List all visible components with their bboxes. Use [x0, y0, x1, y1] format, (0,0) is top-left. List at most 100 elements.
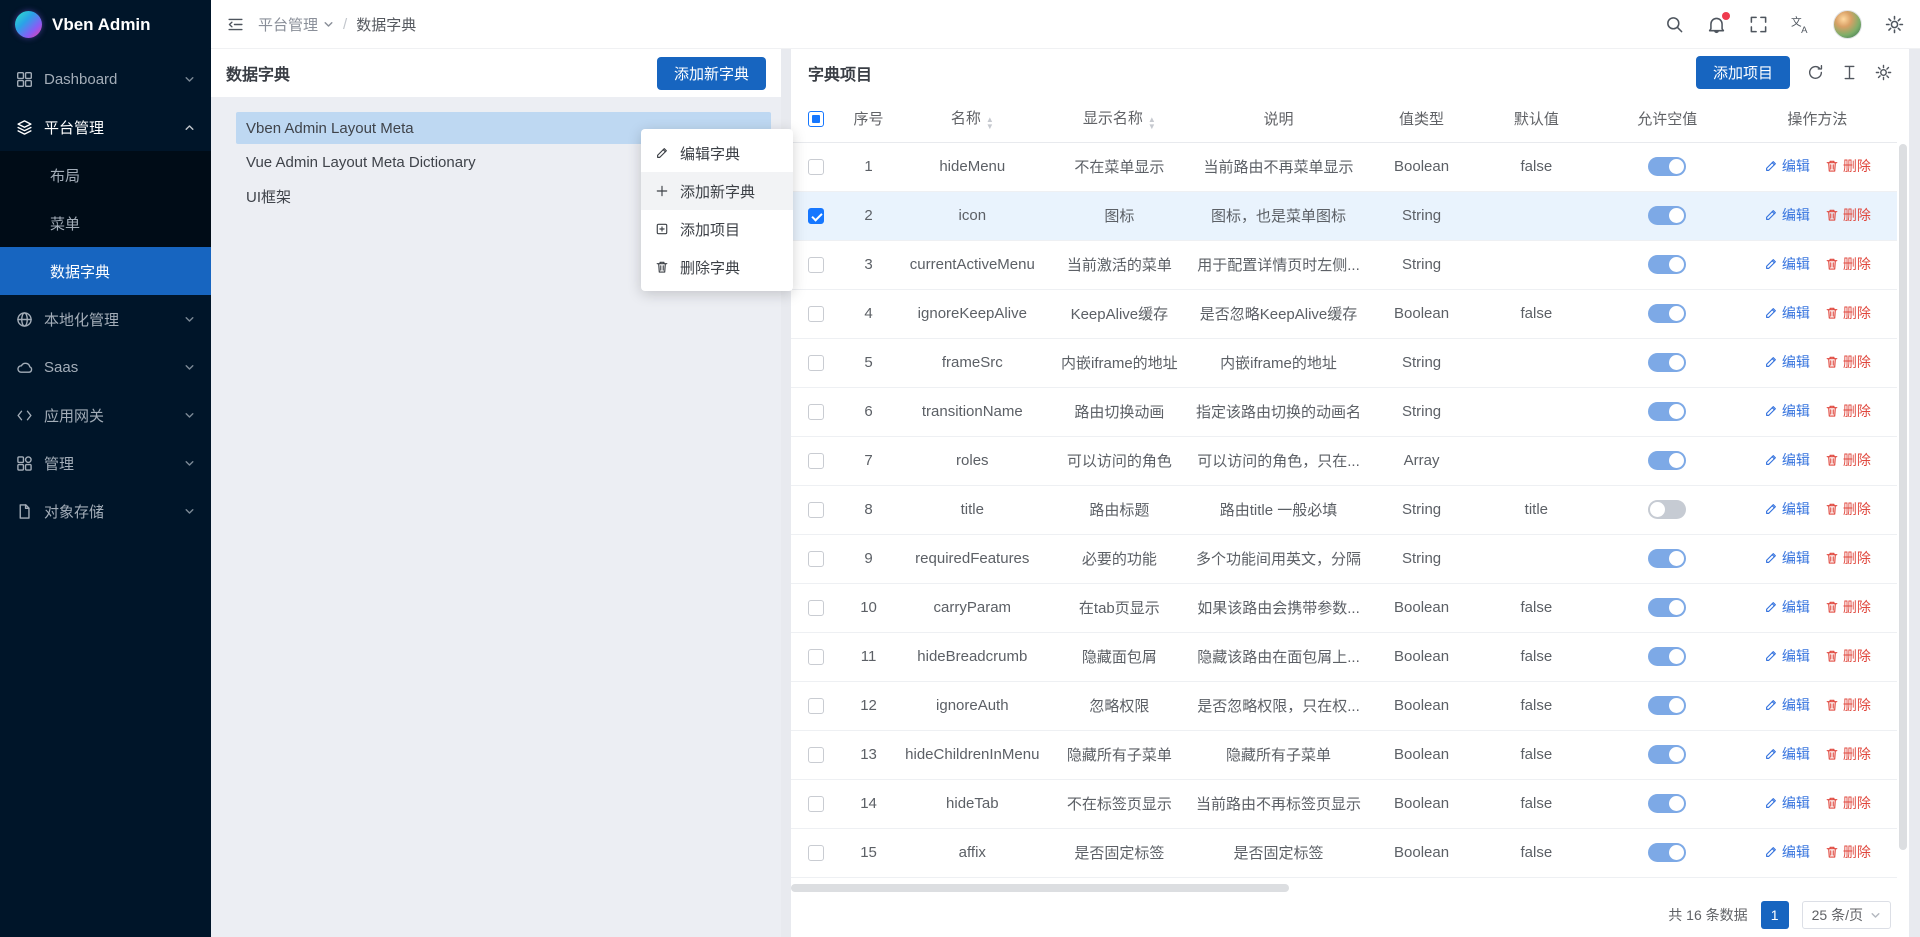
row-checkbox[interactable] — [808, 698, 824, 714]
settings-icon[interactable] — [1875, 64, 1892, 81]
horizontal-scrollbar[interactable] — [791, 883, 1897, 893]
edit-button[interactable]: 编辑 — [1764, 205, 1810, 225]
edit-button[interactable]: 编辑 — [1764, 793, 1810, 813]
vertical-scrollbar[interactable] — [1899, 144, 1907, 879]
refresh-icon[interactable] — [1807, 64, 1824, 81]
allow-null-toggle[interactable] — [1648, 500, 1686, 519]
delete-button[interactable]: 删除 — [1825, 352, 1871, 372]
sidebar-item-saas[interactable]: Saas — [0, 343, 211, 391]
sidebar-item-dashboard[interactable]: Dashboard — [0, 55, 211, 103]
avatar[interactable] — [1833, 10, 1862, 39]
row-checkbox[interactable] — [808, 159, 824, 175]
horizontal-scrollbar-thumb[interactable] — [791, 884, 1289, 892]
delete-button[interactable]: 删除 — [1825, 744, 1871, 764]
context-menu-item-edit-dictionary[interactable]: 编辑字典 — [641, 134, 793, 172]
sidebar-item-app-gateway[interactable]: 应用网关 — [0, 391, 211, 439]
allow-null-toggle[interactable] — [1648, 402, 1686, 421]
menu-fold-icon[interactable] — [227, 16, 244, 33]
delete-button[interactable]: 删除 — [1825, 499, 1871, 519]
allow-null-toggle[interactable] — [1648, 647, 1686, 666]
delete-button[interactable]: 删除 — [1825, 695, 1871, 715]
delete-button[interactable]: 删除 — [1825, 254, 1871, 274]
row-checkbox[interactable] — [808, 502, 824, 518]
row-checkbox[interactable] — [808, 747, 824, 763]
sort-icon[interactable]: ▲▼ — [1148, 116, 1156, 130]
edit-button[interactable]: 编辑 — [1764, 401, 1810, 421]
allow-null-toggle[interactable] — [1648, 304, 1686, 323]
edit-button[interactable]: 编辑 — [1764, 303, 1810, 323]
logo[interactable]: Vben Admin — [0, 0, 211, 49]
allow-null-toggle[interactable] — [1648, 794, 1686, 813]
edit-button[interactable]: 编辑 — [1764, 597, 1810, 617]
context-menu-item-add-item[interactable]: 添加项目 — [641, 210, 793, 248]
edit-button[interactable]: 编辑 — [1764, 842, 1810, 862]
row-height-icon[interactable] — [1841, 64, 1858, 81]
allow-null-toggle[interactable] — [1648, 353, 1686, 372]
row-checkbox[interactable] — [808, 208, 824, 224]
sidebar-subitem-layout[interactable]: 布局 — [0, 151, 211, 199]
delete-button[interactable]: 删除 — [1825, 646, 1871, 666]
row-checkbox[interactable] — [808, 257, 824, 273]
sort-icon[interactable]: ▲▼ — [986, 116, 994, 130]
column-header-name[interactable]: 名称▲▼ — [896, 96, 1049, 142]
delete-button[interactable]: 删除 — [1825, 597, 1871, 617]
row-checkbox[interactable] — [808, 306, 824, 322]
edit-button[interactable]: 编辑 — [1764, 744, 1810, 764]
allow-null-toggle[interactable] — [1648, 696, 1686, 715]
allow-null-toggle[interactable] — [1648, 255, 1686, 274]
sidebar-subitem-data-dictionary[interactable]: 数据字典 — [0, 247, 211, 295]
settings-icon[interactable] — [1885, 15, 1904, 34]
row-checkbox[interactable] — [808, 649, 824, 665]
edit-button[interactable]: 编辑 — [1764, 156, 1810, 176]
row-checkbox[interactable] — [808, 551, 824, 567]
allow-null-toggle[interactable] — [1648, 745, 1686, 764]
page-size-select[interactable]: 25 条/页 — [1802, 901, 1891, 929]
delete-button[interactable]: 删除 — [1825, 205, 1871, 225]
translate-icon[interactable]: 文A — [1791, 15, 1810, 34]
row-checkbox[interactable] — [808, 600, 824, 616]
context-menu-item-delete-dictionary[interactable]: 删除字典 — [641, 248, 793, 286]
allow-null-toggle[interactable] — [1648, 206, 1686, 225]
row-checkbox[interactable] — [808, 796, 824, 812]
sidebar-item-object-storage[interactable]: 对象存储 — [0, 487, 211, 535]
delete-button[interactable]: 删除 — [1825, 450, 1871, 470]
edit-button[interactable]: 编辑 — [1764, 450, 1810, 470]
allow-null-toggle[interactable] — [1648, 549, 1686, 568]
allow-null-toggle[interactable] — [1648, 451, 1686, 470]
delete-button[interactable]: 删除 — [1825, 401, 1871, 421]
select-all-checkbox[interactable] — [808, 111, 824, 127]
edit-button[interactable]: 编辑 — [1764, 254, 1810, 274]
edit-button[interactable]: 编辑 — [1764, 695, 1810, 715]
allow-null-toggle[interactable] — [1648, 843, 1686, 862]
search-icon[interactable] — [1665, 15, 1684, 34]
fullscreen-icon[interactable] — [1749, 15, 1768, 34]
sidebar-item-platform-management[interactable]: 平台管理 — [0, 103, 211, 151]
row-checkbox[interactable] — [808, 404, 824, 420]
edit-button[interactable]: 编辑 — [1764, 499, 1810, 519]
cell-default-value — [1476, 191, 1597, 240]
delete-button[interactable]: 删除 — [1825, 303, 1871, 323]
row-checkbox[interactable] — [808, 453, 824, 469]
page-number-button[interactable]: 1 — [1761, 901, 1789, 929]
vertical-scrollbar-thumb[interactable] — [1899, 144, 1907, 850]
row-checkbox[interactable] — [808, 845, 824, 861]
add-item-button[interactable]: 添加项目 — [1696, 56, 1790, 89]
sidebar-item-localization-management[interactable]: 本地化管理 — [0, 295, 211, 343]
sidebar-subitem-menu[interactable]: 菜单 — [0, 199, 211, 247]
edit-button[interactable]: 编辑 — [1764, 646, 1810, 666]
delete-button[interactable]: 删除 — [1825, 156, 1871, 176]
column-header-display-name[interactable]: 显示名称▲▼ — [1049, 96, 1190, 142]
row-checkbox[interactable] — [808, 355, 824, 371]
delete-button[interactable]: 删除 — [1825, 548, 1871, 568]
delete-button[interactable]: 删除 — [1825, 793, 1871, 813]
context-menu-item-add-new-dictionary[interactable]: 添加新字典 — [641, 172, 793, 210]
delete-button[interactable]: 删除 — [1825, 842, 1871, 862]
allow-null-toggle[interactable] — [1648, 598, 1686, 617]
add-dictionary-button[interactable]: 添加新字典 — [657, 57, 766, 90]
sidebar-item-management[interactable]: 管理 — [0, 439, 211, 487]
edit-button[interactable]: 编辑 — [1764, 548, 1810, 568]
edit-button[interactable]: 编辑 — [1764, 352, 1810, 372]
allow-null-toggle[interactable] — [1648, 157, 1686, 176]
bell-icon[interactable] — [1707, 15, 1726, 34]
breadcrumb-parent[interactable]: 平台管理 — [258, 14, 334, 35]
